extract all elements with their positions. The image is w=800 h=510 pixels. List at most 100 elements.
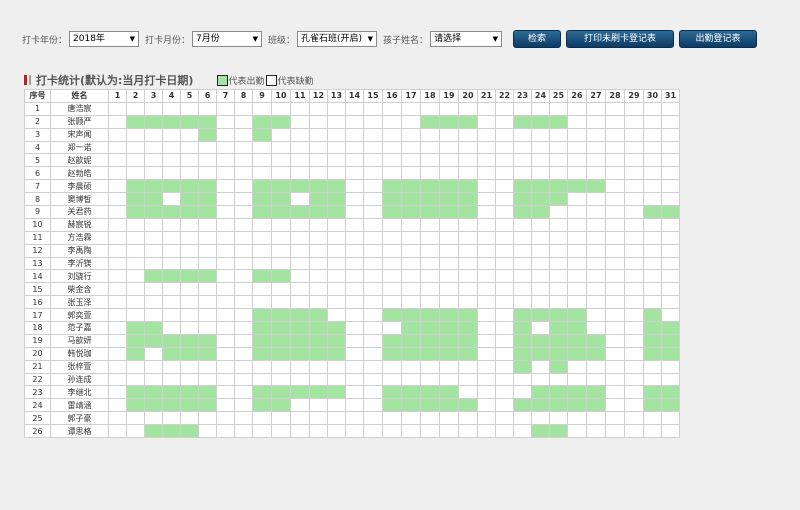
attendance-cell-absent <box>126 243 145 258</box>
attendance-cell-present <box>531 179 550 194</box>
attendance-cell-absent <box>363 205 383 219</box>
attendance-cell-absent <box>661 153 680 168</box>
table-row: 12 李禹陶 <box>24 243 680 258</box>
attendance-cell-present <box>458 308 478 323</box>
attendance-cell-absent <box>290 372 310 387</box>
attendance-cell-present <box>126 205 145 219</box>
attendance-cell-absent <box>309 411 328 426</box>
table-row: 25 郭子豪 <box>24 411 680 426</box>
attendance-cell-absent <box>309 101 328 116</box>
attendance-cell-absent <box>363 114 383 129</box>
attendance-cell-absent <box>513 424 532 439</box>
attendance-cell-absent <box>531 127 550 142</box>
attendance-cell-absent <box>624 372 644 387</box>
attendance-cell-absent <box>513 256 532 271</box>
attendance-cell-present <box>198 398 217 413</box>
attendance-cell-present <box>144 192 163 207</box>
attendance-cell-absent <box>180 166 199 181</box>
year-select[interactable]: 2018年 ▼ <box>69 31 140 47</box>
attendance-cell-absent <box>439 153 459 168</box>
attendance-cell-absent <box>420 359 440 374</box>
attendance-cell-absent <box>420 153 440 168</box>
attendance-cell-absent <box>108 372 127 387</box>
class-select[interactable]: 孔雀石班(开启) ▼ <box>297 31 378 47</box>
attendance-cell-absent <box>567 114 587 129</box>
attendance-cell-absent <box>477 411 496 426</box>
attendance-cell-absent <box>108 308 127 323</box>
attendance-cell-absent <box>327 269 346 284</box>
header-day: 13 <box>327 89 346 103</box>
attendance-cell-absent <box>549 205 568 219</box>
attendance-cell-absent <box>401 230 421 245</box>
attendance-cell-absent <box>549 243 568 258</box>
month-select[interactable]: 7月份 ▼ <box>192 31 263 47</box>
attendance-cell-absent <box>290 166 310 181</box>
attendance-cell-present <box>198 269 217 284</box>
attendance-cell-absent <box>234 424 253 439</box>
attendance-cell-present <box>439 308 459 323</box>
attendance-cell-absent <box>458 269 478 284</box>
attendance-cell-present <box>401 333 421 348</box>
search-button[interactable]: 检索 <box>513 30 562 48</box>
attendance-cell-present <box>252 114 272 129</box>
attendance-cell-present <box>271 114 291 129</box>
attendance-cell-absent <box>180 217 199 232</box>
attendance-cell-absent <box>382 282 402 297</box>
attendance-cell-present <box>661 321 680 335</box>
child-name-select[interactable]: 请选择 ▼ <box>430 31 503 47</box>
row-index: 2 <box>24 114 51 129</box>
attendance-cell-absent <box>643 411 662 426</box>
attendance-cell-absent <box>216 192 235 207</box>
attendance-cell-absent <box>252 411 272 426</box>
attendance-cell-present <box>252 269 272 284</box>
attendance-cell-present <box>309 308 328 323</box>
attendance-cell-absent <box>290 398 310 413</box>
attendance-cell-absent <box>420 127 440 142</box>
attendance-cell-absent <box>495 166 514 181</box>
attendance-cell-absent <box>126 308 145 323</box>
attendance-cell-present <box>252 346 272 361</box>
attendance-cell-absent <box>420 256 440 271</box>
attendance-cell-absent <box>495 205 514 219</box>
attendance-cell-absent <box>477 282 496 297</box>
print-unswiped-button[interactable]: 打印未刷卡登记表 <box>566 30 675 48</box>
attendance-cell-absent <box>363 346 383 361</box>
attendance-cell-absent <box>477 166 496 181</box>
attendance-cell-absent <box>661 359 680 374</box>
attendance-cell-absent <box>458 411 478 426</box>
attendance-cell-absent <box>234 243 253 258</box>
attendance-cell-present <box>290 385 310 400</box>
attendance-cell-absent <box>661 295 680 310</box>
attendance-cell-absent <box>495 243 514 258</box>
attendance-cell-absent <box>495 101 514 116</box>
attendance-cell-absent <box>108 179 127 194</box>
attendance-cell-absent <box>345 230 364 245</box>
attendance-cell-absent <box>290 114 310 129</box>
attendance-cell-absent <box>144 308 163 323</box>
attendance-cell-absent <box>345 166 364 181</box>
attendance-cell-present <box>643 205 662 219</box>
child-name: 韩悦珈 <box>50 346 109 361</box>
attendance-cell-absent <box>495 424 514 439</box>
attendance-cell-absent <box>624 321 644 335</box>
attendance-cell-present <box>458 179 478 194</box>
attendance-cell-absent <box>661 217 680 232</box>
row-index: 1 <box>24 101 51 116</box>
attendance-cell-absent <box>345 411 364 426</box>
attendance-cell-absent <box>513 243 532 258</box>
attendance-register-button[interactable]: 出勤登记表 <box>679 30 758 48</box>
attendance-cell-present <box>198 192 217 207</box>
attendance-cell-absent <box>605 269 625 284</box>
header-day: 25 <box>549 89 568 103</box>
attendance-cell-absent <box>198 166 217 181</box>
attendance-cell-absent <box>363 424 383 439</box>
attendance-cell-present <box>549 398 568 413</box>
attendance-cell-absent <box>567 140 587 155</box>
class-select-value: 孔雀石班(开启) <box>301 34 363 44</box>
header-day: 15 <box>363 89 383 103</box>
attendance-cell-absent <box>420 230 440 245</box>
table-row: 22 孙连成 <box>24 372 680 387</box>
attendance-cell-present <box>513 308 532 323</box>
attendance-cell-absent <box>531 321 550 335</box>
attendance-cell-present <box>401 398 421 413</box>
